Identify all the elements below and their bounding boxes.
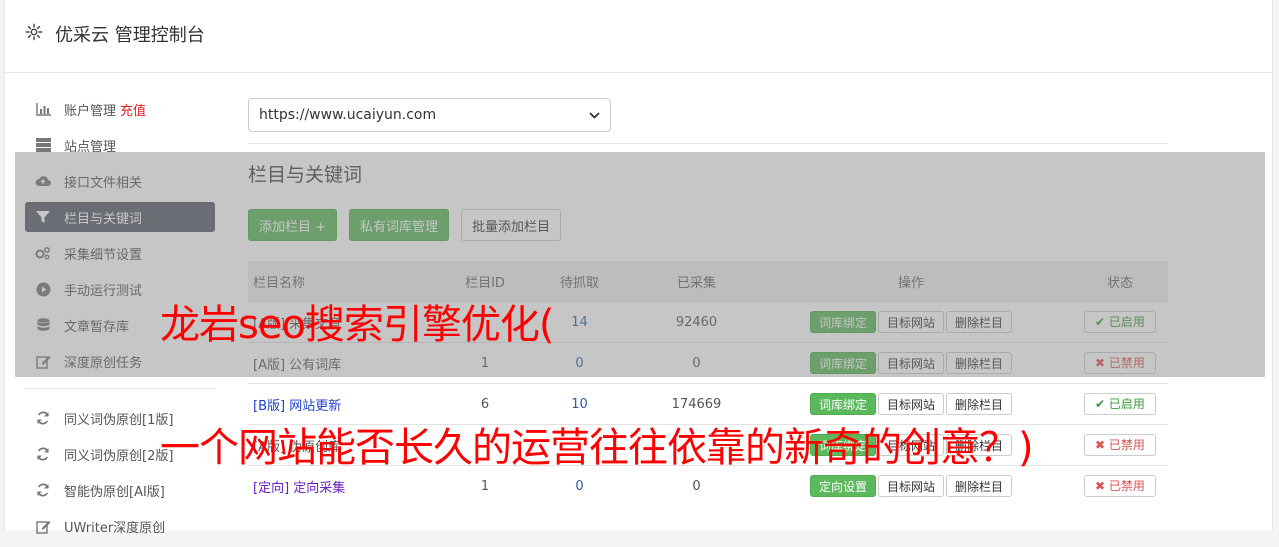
- status-label: 已禁用: [1108, 438, 1145, 452]
- site-select[interactable]: https://www.ucaiyun.com: [248, 98, 611, 132]
- pending-count[interactable]: 10: [571, 397, 588, 412]
- sidebar-item-label: 账户管理: [64, 103, 117, 119]
- refresh-icon: [35, 446, 51, 462]
- close-icon: ✖: [1095, 438, 1109, 452]
- divider: [248, 143, 1168, 144]
- bind-lib-button[interactable]: 定向设置: [809, 475, 876, 497]
- cell-status: ✖ 已禁用: [1072, 465, 1168, 506]
- edit-icon: [35, 518, 51, 534]
- sidebar-item-account[interactable]: 账户管理 充值: [25, 94, 215, 124]
- delete-column-button[interactable]: 删除栏目: [946, 475, 1013, 497]
- target-site-button[interactable]: 目标网站: [877, 393, 944, 415]
- sidebar-item-uwriter[interactable]: UWriter深度原创: [25, 511, 215, 541]
- sidebar-item-label: UWriter深度原创: [64, 520, 166, 536]
- status-toggle[interactable]: ✖ 已禁用: [1084, 475, 1156, 497]
- sidebar-divider: [25, 388, 215, 389]
- chevron-down-icon: [589, 109, 600, 122]
- gear-icon: [25, 23, 43, 41]
- app-title: 优采云 管理控制台: [55, 25, 205, 46]
- cell-status: ✖ 已禁用: [1072, 424, 1168, 466]
- sidebar-item-ai-rewrite[interactable]: 智能伪原创[AI版]: [25, 475, 215, 505]
- sidebar-item-label: 智能伪原创[AI版]: [64, 484, 165, 500]
- overlay-headline-2: 一个网站能否长久的运营往往依靠的新奇的创意？): [160, 425, 1034, 471]
- sidebar-item-label: 同义词伪原创[1版]: [64, 412, 174, 428]
- header: 优采云 管理控制台: [5, 0, 1272, 73]
- status-label: 已启用: [1108, 397, 1145, 411]
- overlay-headline-1: 龙岩seo搜索引擎优化(: [160, 302, 555, 348]
- column-name[interactable]: [定向] 定向采集: [253, 481, 345, 496]
- cell-status: ✔ 已启用: [1072, 383, 1168, 425]
- column-name[interactable]: [B版] 网站更新: [253, 399, 341, 414]
- sidebar-item-label: 同义词伪原创[2版]: [64, 448, 174, 464]
- close-icon: ✖: [1095, 479, 1109, 493]
- pending-count[interactable]: 0: [575, 479, 583, 494]
- status-toggle[interactable]: ✔ 已启用: [1084, 393, 1156, 415]
- check-icon: ✔: [1095, 397, 1109, 411]
- target-site-button[interactable]: 目标网站: [877, 475, 944, 497]
- refresh-icon: [35, 482, 51, 498]
- status-label: 已禁用: [1108, 479, 1145, 493]
- refresh-icon: [35, 410, 51, 426]
- delete-column-button[interactable]: 删除栏目: [946, 393, 1013, 415]
- recharge-link[interactable]: 充值: [120, 100, 146, 119]
- status-toggle[interactable]: ✖ 已禁用: [1084, 434, 1156, 456]
- server-icon: [35, 137, 51, 153]
- bar-chart-icon: [35, 101, 51, 117]
- site-select-value: https://www.ucaiyun.com: [259, 107, 437, 123]
- bind-lib-button[interactable]: 词库绑定: [809, 393, 876, 415]
